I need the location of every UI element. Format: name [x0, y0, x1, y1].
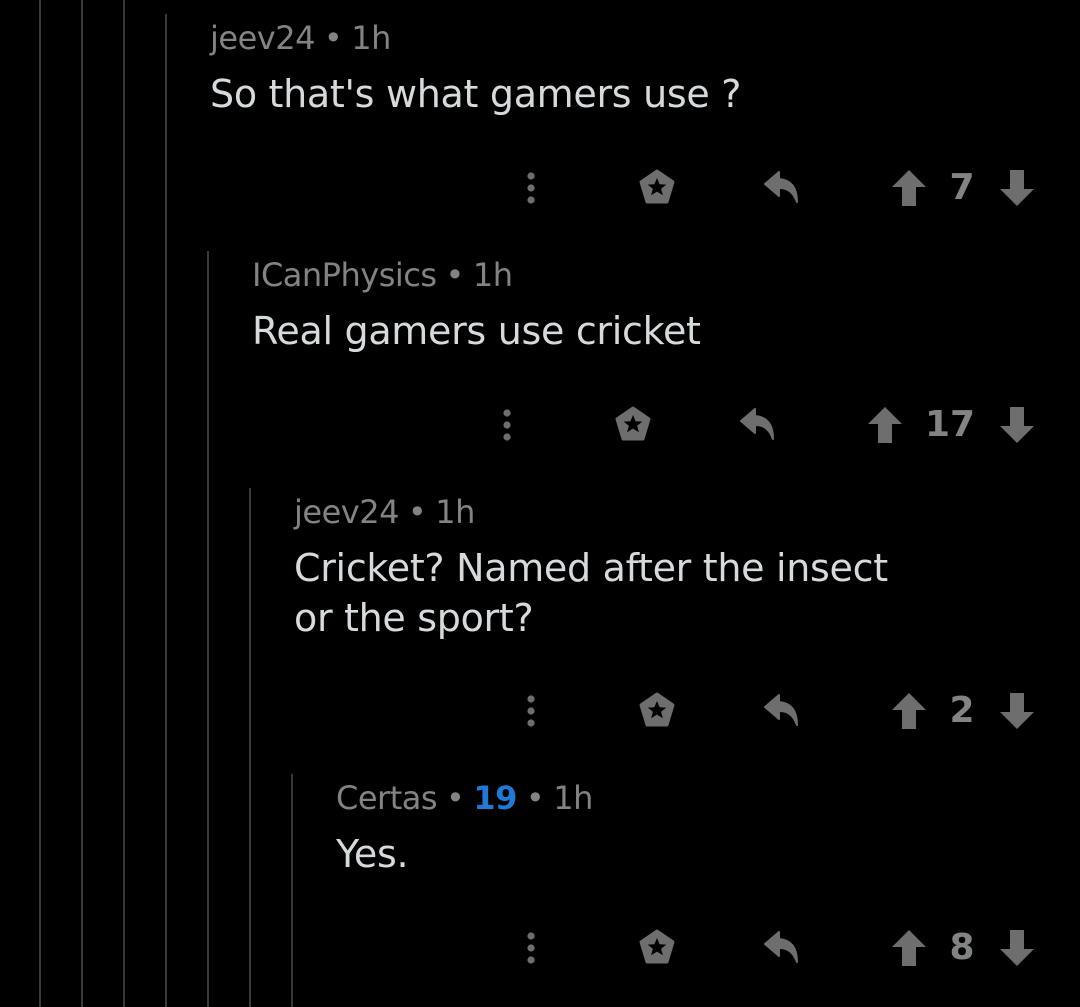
separator-dot: • — [323, 19, 343, 57]
timestamp: 1h — [351, 19, 391, 57]
downvote-arrow-icon — [1000, 693, 1034, 729]
comment-body-line: Cricket? Named after the insect — [294, 546, 888, 590]
award-icon — [639, 692, 675, 727]
comment-body-line: or the sport? — [294, 596, 534, 640]
timestamp: 1h — [435, 493, 475, 531]
award-button[interactable] — [634, 926, 680, 970]
downvote-arrow-icon — [1000, 170, 1034, 206]
upvote-arrow-icon — [868, 407, 902, 443]
author-name[interactable]: Certas — [336, 779, 438, 817]
timestamp: 1h — [472, 256, 513, 294]
comment: jeev24 • 1h So that's what gamers use ? 7 — [0, 0, 1080, 240]
author-name[interactable]: jeev24 — [294, 493, 399, 531]
vote-count: 8 — [949, 927, 975, 968]
comment-meta: jeev24 • 1h — [210, 18, 391, 58]
more-options-icon — [503, 409, 511, 441]
upvote-button[interactable] — [864, 403, 906, 447]
vote-count: 17 — [924, 404, 976, 445]
comment-body-line: So that's what gamers use ? — [210, 72, 742, 116]
upvote-button[interactable] — [888, 166, 930, 210]
separator-dot: • — [446, 779, 465, 817]
award-button[interactable] — [634, 166, 680, 210]
comment-body: Yes. — [336, 829, 409, 879]
more-options-button[interactable] — [511, 689, 551, 733]
comment-body: So that's what gamers use ? — [210, 69, 741, 119]
award-icon — [615, 406, 651, 441]
timestamp: 1h — [553, 779, 593, 817]
separator-dot: • — [445, 256, 465, 294]
more-options-icon — [527, 932, 535, 964]
reply-button[interactable] — [736, 403, 782, 447]
award-icon — [639, 929, 675, 964]
author-name[interactable]: ICanPhysics — [252, 256, 437, 294]
separator-dot: • — [525, 779, 545, 817]
comment: Certas • 19 • 1h Yes. 8 — [0, 766, 1080, 1007]
upvote-arrow-icon — [892, 170, 926, 206]
comment: ICanPhysics • 1h Real gamers use cricket 1… — [0, 240, 1080, 480]
award-button[interactable] — [634, 689, 680, 733]
award-icon — [639, 169, 675, 204]
comment-body: Cricket? Named after the insect or the s… — [294, 543, 888, 643]
comment-meta: ICanPhysics • 1h — [252, 255, 513, 295]
downvote-button[interactable] — [996, 403, 1038, 447]
comment-body: Real gamers use cricket — [252, 306, 701, 356]
comment-meta: Certas • 19 • 1h — [336, 778, 593, 818]
downvote-button[interactable] — [996, 926, 1038, 970]
author-name[interactable]: jeev24 — [210, 19, 315, 57]
reply-icon — [764, 931, 798, 963]
separator-dot: • — [407, 493, 427, 531]
downvote-arrow-icon — [1000, 930, 1034, 966]
downvote-button[interactable] — [996, 689, 1038, 733]
upvote-button[interactable] — [888, 689, 930, 733]
more-options-icon — [527, 695, 535, 727]
comment: jeev24 • 1h Cricket? Named after the insec… — [0, 480, 1080, 766]
reply-button[interactable] — [760, 689, 806, 733]
flair-score: 19 — [473, 779, 517, 817]
more-options-icon — [527, 172, 535, 204]
comment-body-line: Real gamers use cricket — [252, 309, 701, 353]
upvote-arrow-icon — [892, 693, 926, 729]
vote-count: 7 — [949, 167, 975, 208]
more-options-button[interactable] — [487, 403, 527, 447]
upvote-arrow-icon — [892, 930, 926, 966]
downvote-arrow-icon — [1000, 407, 1034, 443]
vote-count: 2 — [949, 690, 975, 731]
reply-icon — [764, 171, 798, 203]
downvote-button[interactable] — [996, 166, 1038, 210]
reply-icon — [740, 408, 774, 440]
reply-icon — [764, 694, 798, 726]
upvote-button[interactable] — [888, 926, 930, 970]
comment-meta: jeev24 • 1h — [294, 492, 475, 532]
reply-button[interactable] — [760, 926, 806, 970]
comment-body-line: Yes. — [336, 832, 409, 876]
more-options-button[interactable] — [511, 166, 551, 210]
award-button[interactable] — [610, 403, 656, 447]
reply-button[interactable] — [760, 166, 806, 210]
more-options-button[interactable] — [511, 926, 551, 970]
